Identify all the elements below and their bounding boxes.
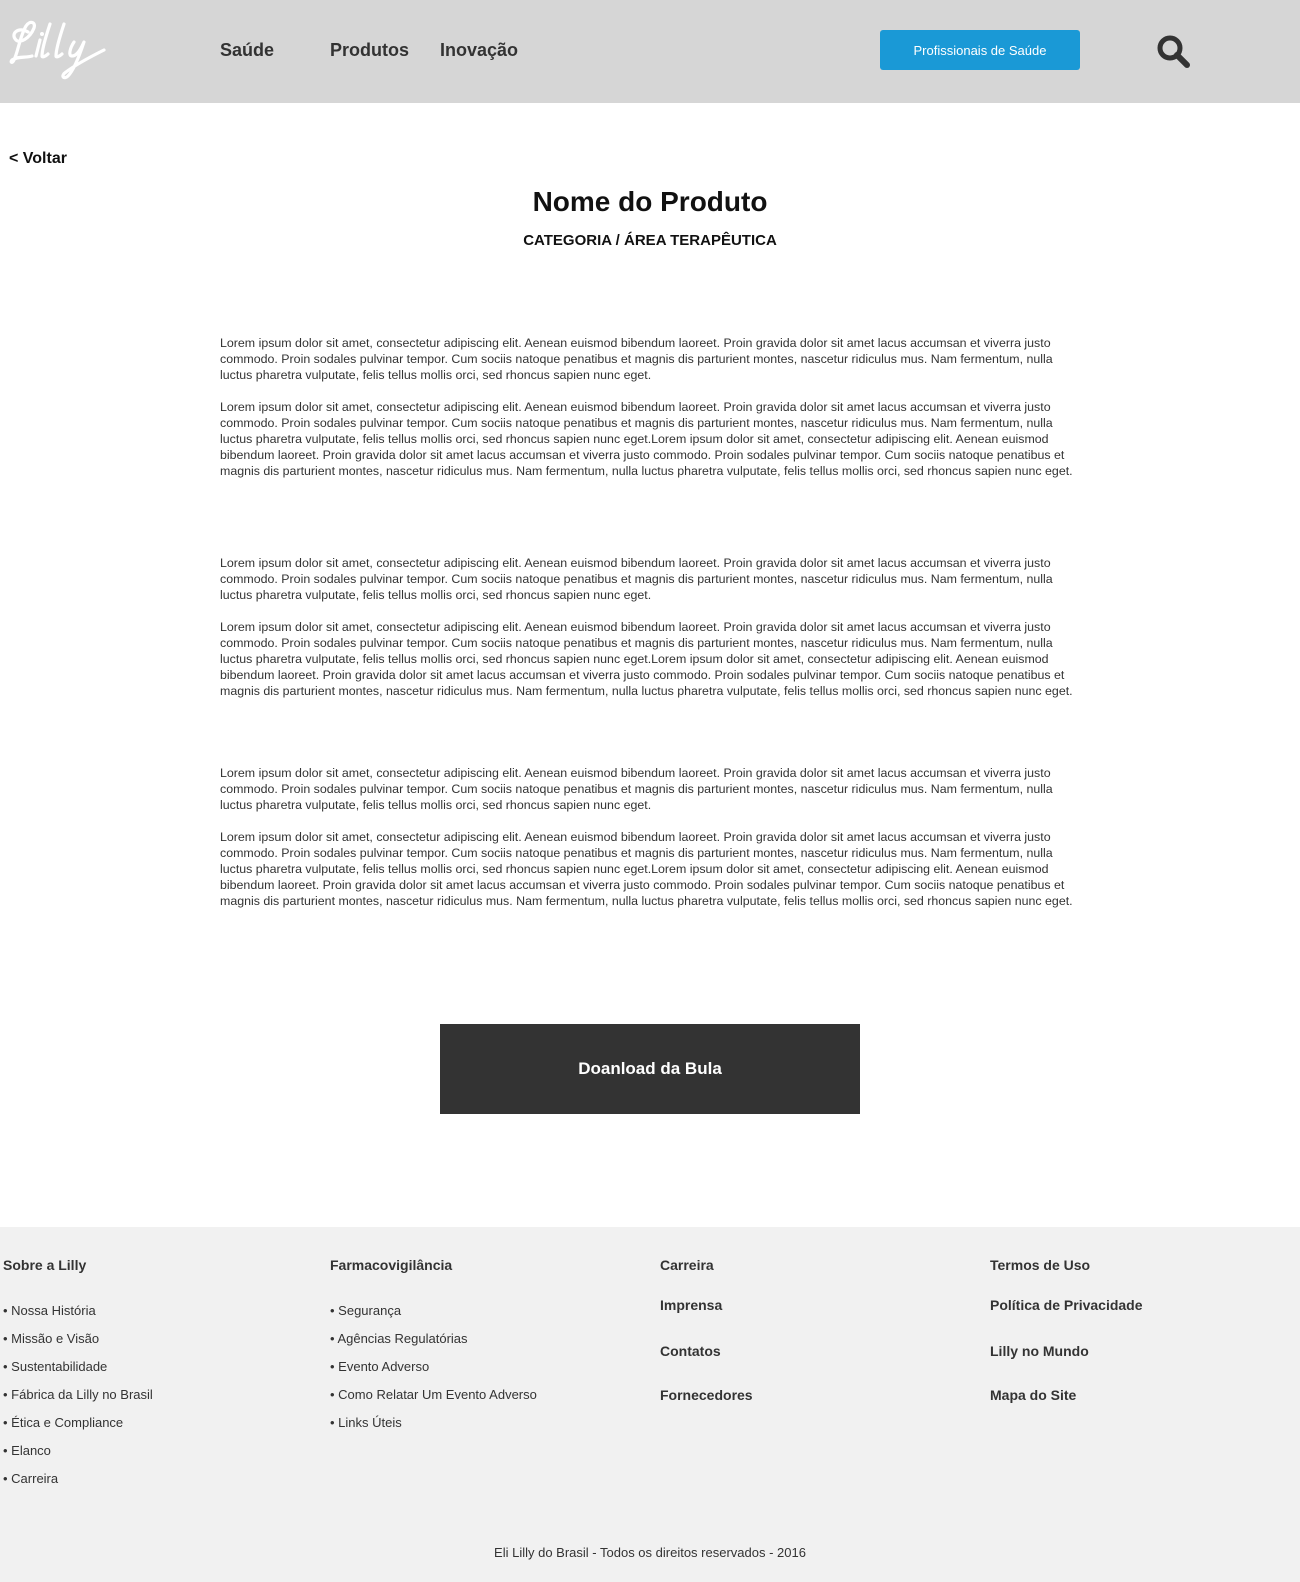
product-title: Nome do Produto [532,186,768,217]
footer-link-carreira[interactable]: Carreira [660,1257,714,1273]
footer-link[interactable]: • Fábrica da Lilly no Brasil [3,1387,153,1415]
footer-link[interactable]: • Como Relatar Um Evento Adverso [330,1387,537,1415]
product-category: CATEGORIA / ÁREA TERAPÊUTICA [523,232,777,249]
footer-link-termos[interactable]: Termos de Uso [990,1257,1090,1273]
paragraph: Lorem ipsum dolor sit amet, consectetur … [220,766,1053,812]
content-block: Lorem ipsum dolor sit amet, consectetur … [220,765,1077,909]
footer-link[interactable]: • Sustentabilidade [3,1359,153,1387]
download-bula-button[interactable]: Doanload da Bula [440,1024,860,1114]
footer-link[interactable]: • Carreira [3,1471,153,1499]
footer-link[interactable]: • Agências Regulatórias [330,1331,537,1359]
footer-link-contatos[interactable]: Contatos [660,1343,721,1359]
footer-link[interactable]: • Nossa História [3,1303,153,1331]
site-header: Saúde Produtos Inovação Profissionais de… [0,0,1300,103]
footer-column-sobre: Sobre a Lilly • Nossa História • Missão … [3,1257,153,1499]
paragraph: Lorem ipsum dolor sit amet, consectetur … [220,830,1073,908]
footer-link[interactable]: • Evento Adverso [330,1359,537,1387]
back-link[interactable]: < Voltar [9,150,67,168]
nav-inovacao[interactable]: Inovação [440,40,518,61]
paragraph: Lorem ipsum dolor sit amet, consectetur … [220,556,1053,602]
site-footer: Sobre a Lilly • Nossa História • Missão … [0,1227,1300,1582]
footer-link[interactable]: • Segurança [330,1303,537,1331]
paragraph: Lorem ipsum dolor sit amet, consectetur … [220,620,1073,698]
profissionais-de-saude-button[interactable]: Profissionais de Saúde [880,30,1080,70]
copyright: Eli Lilly do Brasil - Todos os direitos … [494,1545,806,1560]
content-block: Lorem ipsum dolor sit amet, consectetur … [220,555,1077,699]
footer-link-fornecedores[interactable]: Fornecedores [660,1387,753,1403]
footer-link[interactable]: • Elanco [3,1443,153,1471]
footer-heading-farmacovigilancia[interactable]: Farmacovigilância [330,1257,537,1277]
paragraph: Lorem ipsum dolor sit amet, consectetur … [220,400,1073,478]
nav-saude[interactable]: Saúde [220,40,274,61]
footer-link[interactable]: • Missão e Visão [3,1331,153,1359]
lilly-logo[interactable] [8,16,116,82]
footer-link-lilly-no-mundo[interactable]: Lilly no Mundo [990,1343,1089,1359]
paragraph: Lorem ipsum dolor sit amet, consectetur … [220,336,1053,382]
footer-column-farmacovigilancia: Farmacovigilância • Segurança • Agências… [330,1257,537,1443]
content-block: Lorem ipsum dolor sit amet, consectetur … [220,335,1077,479]
nav-produtos[interactable]: Produtos [330,40,409,61]
footer-link-imprensa[interactable]: Imprensa [660,1297,722,1313]
footer-link-mapa-do-site[interactable]: Mapa do Site [990,1387,1076,1403]
search-icon[interactable] [1156,34,1192,70]
footer-link[interactable]: • Ética e Compliance [3,1415,153,1443]
footer-link-privacidade[interactable]: Política de Privacidade [990,1297,1143,1313]
footer-link[interactable]: • Links Úteis [330,1415,537,1443]
footer-heading-sobre[interactable]: Sobre a Lilly [3,1257,153,1277]
lilly-logo-script [9,20,106,80]
